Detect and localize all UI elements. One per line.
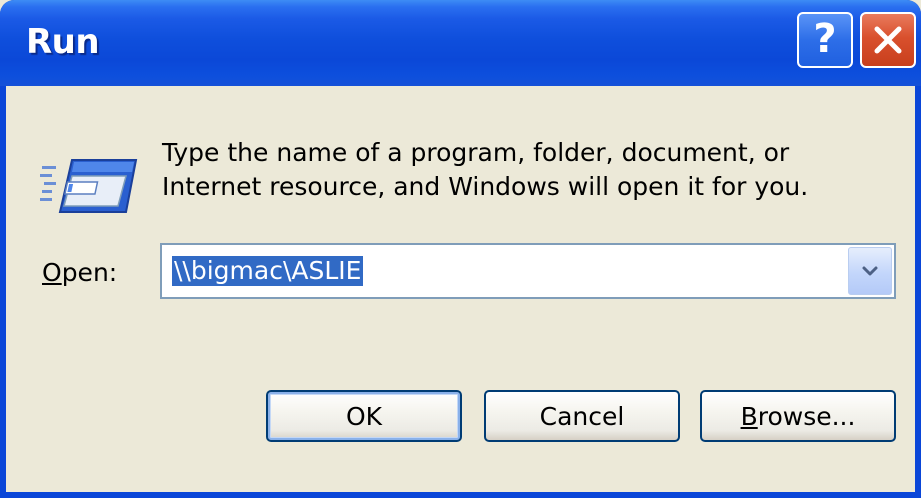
close-x-icon [874, 26, 902, 54]
browse-button-mnemonic: B [740, 401, 758, 431]
open-label: Open: [42, 258, 117, 287]
cancel-button[interactable]: Cancel [484, 390, 680, 442]
cancel-button-label: Cancel [539, 401, 625, 431]
browse-button[interactable]: Browse... [700, 390, 896, 442]
description-line-2: Internet resource, and Windows will open… [162, 172, 809, 201]
close-button[interactable] [860, 12, 916, 68]
combobox-dropdown-button[interactable] [848, 247, 892, 295]
window-frame-right [915, 86, 921, 498]
ok-button[interactable]: OK [266, 390, 462, 442]
open-input-value[interactable]: \\bigmac\ASLIE [172, 256, 364, 286]
dialog-client-area: Type the name of a program, folder, docu… [6, 86, 915, 492]
run-window-icon [40, 159, 138, 213]
open-label-mnemonic: O [42, 258, 62, 287]
help-button[interactable]: ? [797, 12, 853, 68]
open-label-text: pen: [61, 258, 118, 287]
open-combobox[interactable]: \\bigmac\ASLIE [160, 243, 896, 299]
ok-button-label: OK [345, 401, 383, 431]
chevron-down-icon [862, 266, 878, 276]
description-line-1: Type the name of a program, folder, docu… [162, 138, 790, 167]
help-question-icon: ? [813, 16, 837, 62]
title-bar[interactable]: Run ? [0, 0, 921, 86]
browse-button-label: rowse... [757, 401, 856, 431]
run-dialog-window: Run ? Type the name of a program, folder… [0, 0, 921, 498]
dialog-description: Type the name of a program, folder, docu… [162, 136, 882, 204]
window-frame-bottom [0, 492, 921, 498]
window-title: Run [26, 22, 100, 62]
